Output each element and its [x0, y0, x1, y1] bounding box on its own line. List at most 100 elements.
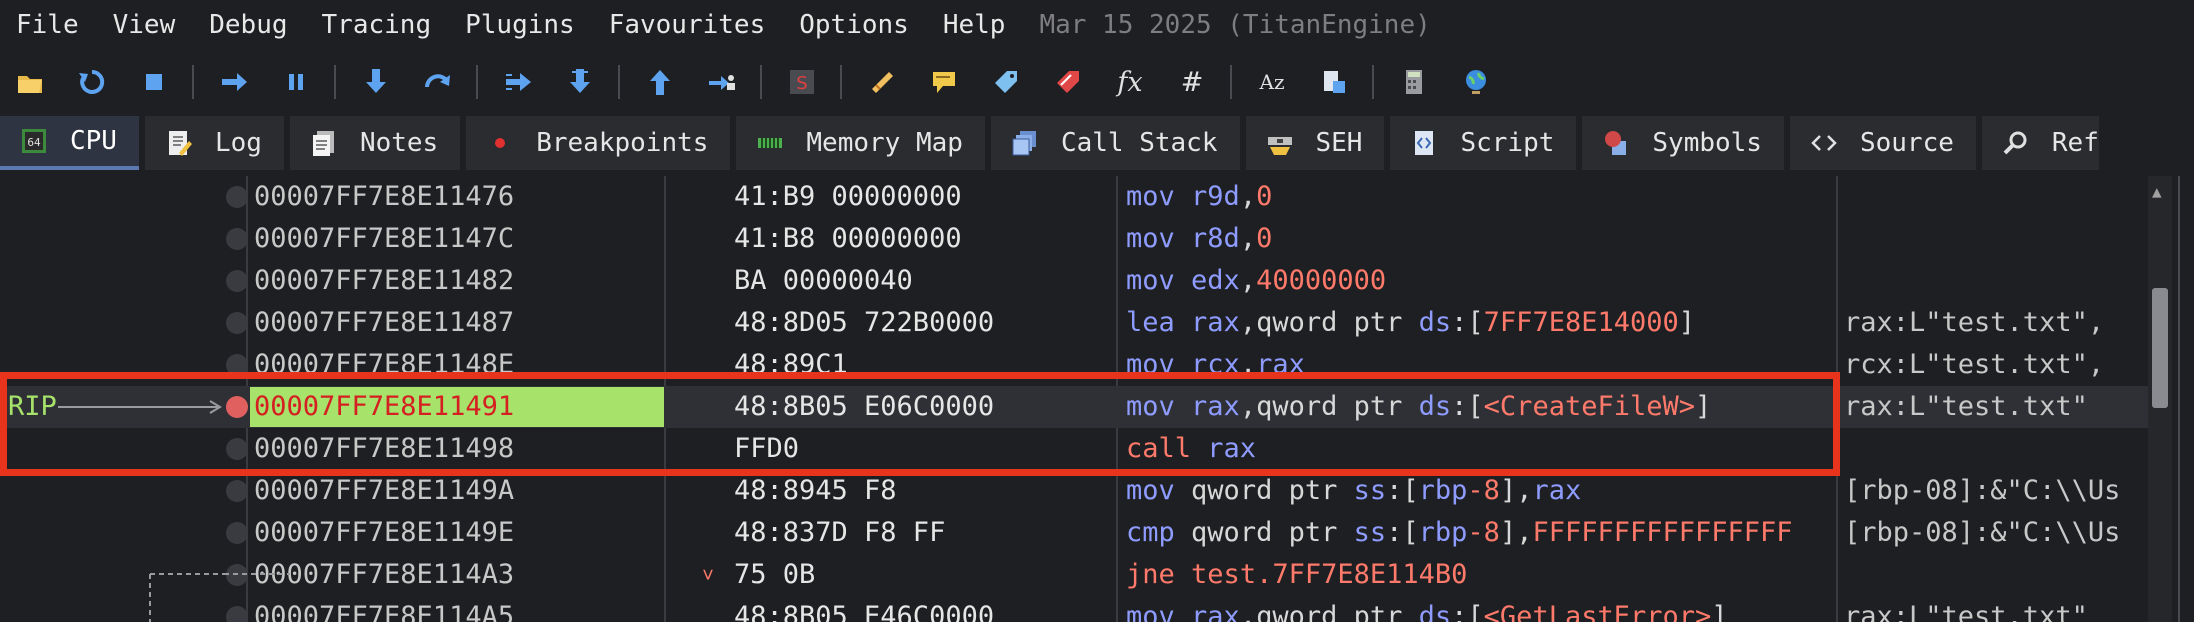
bytes-cell: 75 0B — [734, 559, 816, 590]
toolbar-separator — [760, 65, 762, 99]
disasm-row[interactable]: RIP 00007FF7E8E11491 48:8B05 E06C0000 mov r… — [0, 386, 2148, 428]
toolbar-separator — [840, 65, 842, 99]
operand-part: test.7FF7E8E114B0 — [1191, 559, 1468, 590]
scroll-up-arrow-icon[interactable]: ▲ — [2152, 182, 2162, 201]
menu-favourites[interactable]: Favourites — [592, 10, 783, 40]
operand-part: :[ — [1386, 475, 1419, 506]
strings-icon[interactable]: Az — [1256, 66, 1288, 98]
source-icon — [1810, 129, 1838, 157]
bookmark-icon[interactable] — [1052, 66, 1084, 98]
tab-source[interactable]: Source — [1789, 116, 1976, 170]
instruction-cell: mov qword ptr ss:[rbp-8],rax — [1126, 470, 1581, 512]
execute-till-return-icon[interactable] — [644, 66, 676, 98]
toolbar-separator — [618, 65, 620, 99]
symbols-icon — [1602, 129, 1630, 157]
patch-icon[interactable] — [866, 66, 898, 98]
tab-seh[interactable]: SEH — [1245, 116, 1385, 170]
mnemonic: mov — [1126, 265, 1175, 296]
menu-file[interactable]: File — [0, 10, 96, 40]
mnemonic: call — [1126, 433, 1192, 464]
step-over-icon[interactable] — [422, 66, 454, 98]
trace-into-icon[interactable] — [502, 66, 534, 98]
disasm-row[interactable]: 00007FF7E8E1148E 48:89C1 mov rcx,rax rcx:L"… — [0, 344, 2148, 386]
operand-part: :[ — [1451, 391, 1484, 422]
disasm-row[interactable]: 00007FF7E8E1147C 41:B8 00000000 mov r8d,0 — [0, 218, 2148, 260]
tab-label: Log — [214, 128, 262, 158]
comment-icon[interactable] — [928, 66, 960, 98]
tab-script[interactable]: Script — [1390, 116, 1577, 170]
tab-memory-map[interactable]: Memory Map — [736, 116, 985, 170]
operand-part: :[ — [1451, 601, 1484, 622]
label-icon[interactable] — [990, 66, 1022, 98]
operand-part: rax — [1207, 433, 1257, 464]
address-cell: 00007FF7E8E11482 — [254, 265, 515, 296]
comment-cell: [rbp-08]:&"C:\\Us — [1844, 517, 2121, 548]
tab-notes[interactable]: Notes — [289, 116, 461, 170]
scrollbar-thumb[interactable] — [2152, 288, 2168, 408]
mnemonic: cmp — [1126, 517, 1175, 548]
hash-icon[interactable]: # — [1176, 66, 1208, 98]
svg-text:S: S — [796, 73, 807, 94]
disasm-row[interactable]: 00007FF7E8E11498 FFD0 call rax — [0, 428, 2148, 470]
disasm-row[interactable]: 00007FF7E8E114A5 48:8B05 E46C0000 mov rax,… — [0, 596, 2148, 622]
menu-debug[interactable]: Debug — [192, 10, 304, 40]
operand-part: 40000000 — [1256, 265, 1387, 296]
comment-cell: rax:L"test.txt" — [1844, 391, 2088, 422]
mnemonic: mov — [1126, 223, 1175, 254]
stop-icon[interactable] — [138, 66, 170, 98]
web-icon[interactable] — [1460, 66, 1492, 98]
calculator-icon[interactable] — [1398, 66, 1430, 98]
menu-tracing[interactable]: Tracing — [305, 10, 449, 40]
toolbar-separator — [1230, 65, 1232, 99]
run-icon[interactable] — [218, 66, 250, 98]
operand-part: ] — [1711, 601, 1728, 622]
restart-icon[interactable] — [76, 66, 108, 98]
operand-part: 7FF7E8E14000 — [1483, 307, 1679, 338]
operand-part: ] — [1695, 391, 1712, 422]
address-cell: 00007FF7E8E1147C — [254, 223, 515, 254]
menu-help[interactable]: Help — [926, 10, 1023, 40]
disasm-row[interactable]: 00007FF7E8E11476 41:B9 00000000 mov r9d,0 — [0, 176, 2148, 218]
operand-part: , — [1239, 223, 1257, 254]
pause-icon[interactable] — [280, 66, 312, 98]
address-cell: 00007FF7E8E1149E — [254, 517, 515, 548]
instruction-cell: mov rax,qword ptr ds:[<GetLastError>] — [1126, 596, 1728, 622]
step-into-icon[interactable] — [360, 66, 392, 98]
tab-bar: 64 CPU Log Notes Breakpoints Memory Map … — [0, 116, 2194, 172]
instruction-cell: cmp qword ptr ss:[rbp-8],FFFFFFFFFFFFFFF… — [1126, 512, 1793, 554]
disasm-row[interactable]: 00007FF7E8E11482 BA 00000040 mov edx,40000… — [0, 260, 2148, 302]
tab-label: CPU — [70, 126, 117, 156]
log-icon — [165, 129, 193, 157]
instruction-cell: mov rcx,rax — [1126, 344, 1305, 386]
disasm-row[interactable]: 00007FF7E8E1149E 48:837D F8 FF cmp qword p… — [0, 512, 2148, 554]
operand-part: 0 — [1256, 181, 1273, 212]
tab-symbols[interactable]: Symbols — [1582, 116, 1784, 170]
operand-part: qword ptr — [1191, 517, 1354, 548]
notes-icon — [310, 129, 338, 157]
operand-part: ,qword ptr — [1239, 391, 1419, 422]
disasm-row[interactable]: 00007FF7E8E11487 48:8D05 722B0000 lea rax,… — [0, 302, 2148, 344]
comment-cell: rcx:L"test.txt", — [1844, 349, 2105, 380]
function-icon[interactable]: fx — [1114, 66, 1146, 98]
disassembly-view[interactable]: 00007FF7E8E11476 41:B9 00000000 mov r9d,0 0… — [0, 176, 2194, 622]
run-to-user-code-icon[interactable] — [706, 66, 738, 98]
operand-part: ss — [1353, 475, 1387, 506]
operand-part: ds — [1418, 307, 1452, 338]
tab-cpu[interactable]: 64 CPU — [0, 116, 139, 170]
tab-log[interactable]: Log — [144, 116, 284, 170]
open-icon[interactable] — [14, 66, 46, 98]
disasm-row[interactable]: 00007FF7E8E114A3 ˅ 75 0B jne test.7FF7E8E11… — [0, 554, 2148, 596]
symbol-icon[interactable] — [1318, 66, 1350, 98]
trace-over-icon[interactable] — [564, 66, 596, 98]
menu-options[interactable]: Options — [782, 10, 926, 40]
disasm-row[interactable]: 00007FF7E8E1149A 48:8945 F8 mov qword ptr … — [0, 470, 2148, 512]
tab-call-stack[interactable]: Call Stack — [990, 116, 1240, 170]
menu-view[interactable]: View — [96, 10, 193, 40]
operand-part: ds — [1418, 601, 1452, 622]
menu-plugins[interactable]: Plugins — [448, 10, 592, 40]
tab-breakpoints[interactable]: Breakpoints — [466, 116, 731, 170]
operand-part: :[ — [1386, 517, 1419, 548]
vertical-scrollbar[interactable] — [2148, 176, 2172, 622]
tab-references[interactable]: Ref — [1981, 116, 2099, 170]
scylla-icon[interactable]: S — [786, 66, 818, 98]
